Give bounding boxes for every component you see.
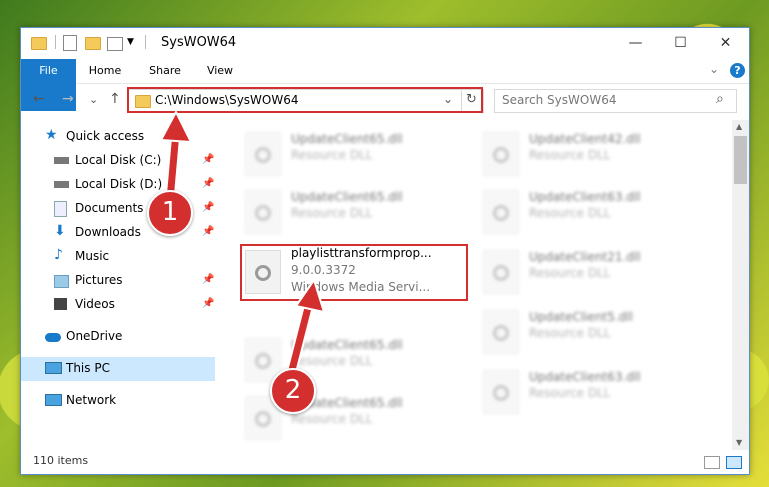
arrow-1-icon — [159, 109, 193, 206]
arrow-2-icon — [286, 277, 326, 376]
annotation-overlay — [159, 109, 326, 376]
step-1-badge: 1 — [147, 190, 193, 236]
step-2-badge: 2 — [270, 368, 316, 414]
